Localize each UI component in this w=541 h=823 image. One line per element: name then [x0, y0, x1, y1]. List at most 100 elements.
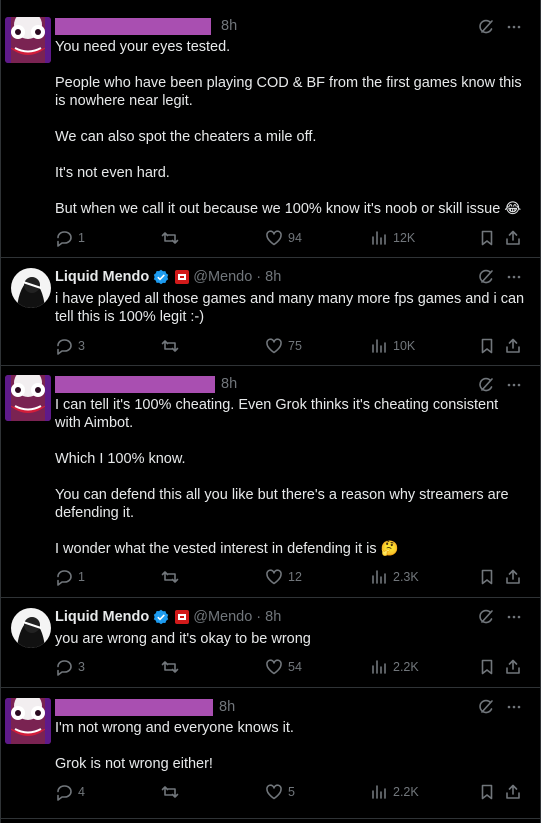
share-button[interactable] [504, 337, 522, 355]
grok-icon[interactable] [478, 269, 494, 285]
reply-button[interactable]: 1 [55, 568, 85, 586]
like-button[interactable]: 75 [265, 337, 302, 355]
reply-count: 4 [78, 785, 85, 799]
like-button[interactable]: 54 [265, 658, 302, 676]
bookmark-button[interactable] [478, 658, 496, 676]
views-button[interactable]: 2.2K [370, 658, 419, 676]
repost-button[interactable] [161, 783, 184, 801]
bookmark-button[interactable] [478, 229, 496, 247]
share-button[interactable] [504, 783, 522, 801]
avatar[interactable] [11, 608, 51, 648]
share-button[interactable] [504, 568, 522, 586]
repost-icon [161, 340, 179, 352]
reply-icon [57, 231, 72, 247]
bookmark-icon [481, 569, 493, 585]
handle[interactable]: @Mendo [193, 269, 252, 285]
more-icon[interactable] [506, 19, 522, 35]
tweet-text: i have played all those games and many m… [55, 290, 525, 326]
tweet[interactable]: Liquid Mendo @Mendo · 8h i have played a… [1, 258, 541, 365]
reply-count: 3 [78, 339, 85, 353]
tweet-line: But when we call it out because we 100% … [55, 201, 522, 217]
share-button[interactable] [504, 658, 522, 676]
like-count: 12 [288, 570, 302, 584]
views-icon [372, 570, 386, 584]
bookmark-button[interactable] [478, 783, 496, 801]
flag-icon [175, 610, 190, 624]
reply-icon [57, 660, 72, 676]
views-button[interactable]: 10K [370, 337, 415, 355]
more-icon[interactable] [506, 699, 522, 715]
tweet-line: Grok is not wrong either! [55, 756, 213, 772]
display-name[interactable]: Liquid Mendo [55, 609, 149, 625]
avatar[interactable] [11, 268, 51, 308]
tweet[interactable]: 8h You need your eyes tested. People who… [1, 0, 541, 257]
bookmark-icon [481, 659, 493, 675]
views-icon [372, 785, 386, 799]
avatar[interactable] [5, 375, 51, 421]
views-button[interactable]: 2.2K [370, 783, 419, 801]
timestamp[interactable]: 8h [219, 699, 235, 715]
reply-button[interactable]: 3 [55, 337, 85, 355]
divider [1, 818, 541, 819]
tweet-line: I'm not wrong and everyone knows it. [55, 720, 294, 736]
reply-count: 1 [78, 570, 85, 584]
repost-button[interactable] [161, 658, 184, 676]
action-bar: 4 5 2.2K [55, 783, 521, 803]
timestamp[interactable]: 8h [265, 269, 281, 285]
share-button[interactable] [504, 229, 522, 247]
more-icon[interactable] [506, 609, 522, 625]
bookmark-icon [481, 784, 493, 800]
repost-icon [161, 232, 179, 244]
like-button[interactable]: 5 [265, 783, 295, 801]
repost-button[interactable] [161, 229, 184, 247]
tweet[interactable]: 8h I'm not wrong and everyone knows it. … [1, 688, 541, 818]
more-icon[interactable] [506, 269, 522, 285]
views-icon [372, 660, 386, 674]
reply-button[interactable]: 3 [55, 658, 85, 676]
reply-icon [57, 785, 72, 801]
tweet[interactable]: Liquid Mendo @Mendo · 8h you are wrong a… [1, 598, 541, 687]
views-button[interactable]: 12K [370, 229, 415, 247]
repost-button[interactable] [161, 337, 184, 355]
tweet[interactable]: 8h I can tell it's 100% cheating. Even G… [1, 366, 541, 597]
timestamp[interactable]: 8h [265, 609, 281, 625]
timestamp[interactable]: 8h [221, 376, 237, 392]
avatar[interactable] [5, 698, 51, 744]
views-icon [372, 339, 386, 353]
tweet-line: You need your eyes tested. [55, 39, 231, 55]
reply-button[interactable]: 4 [55, 783, 85, 801]
grok-icon[interactable] [478, 377, 494, 393]
views-button[interactable]: 2.3K [370, 568, 419, 586]
tweet-line: We can also spot the cheaters a mile off… [55, 129, 317, 145]
action-bar: 1 94 12K [55, 229, 521, 249]
verified-icon [153, 609, 169, 625]
reply-button[interactable]: 1 [55, 229, 85, 247]
grok-icon[interactable] [478, 609, 494, 625]
action-bar: 3 75 10K [55, 337, 521, 357]
reply-count: 1 [78, 231, 85, 245]
like-button[interactable]: 94 [265, 229, 302, 247]
share-icon [506, 338, 520, 353]
timestamp[interactable]: 8h [221, 18, 237, 34]
bookmark-button[interactable] [478, 568, 496, 586]
like-count: 75 [288, 339, 302, 353]
tweet-header: Liquid Mendo @Mendo · 8h [55, 267, 281, 287]
separator-dot: · [256, 269, 262, 285]
like-count: 94 [288, 231, 302, 245]
display-name[interactable]: Liquid Mendo [55, 269, 149, 285]
repost-button[interactable] [161, 568, 184, 586]
tweet-header: 8h [55, 16, 237, 36]
avatar[interactable] [5, 17, 51, 63]
tweet-line: People who have been playing COD & BF fr… [55, 75, 522, 109]
redacted-name [55, 17, 211, 35]
header-actions [478, 609, 522, 625]
handle[interactable]: @Mendo [193, 609, 252, 625]
like-button[interactable]: 12 [265, 568, 302, 586]
bookmark-button[interactable] [478, 337, 496, 355]
grok-icon[interactable] [478, 699, 494, 715]
grok-icon[interactable] [478, 19, 494, 35]
more-icon[interactable] [506, 377, 522, 393]
tweet-text: you are wrong and it's okay to be wrong [55, 630, 525, 648]
tweet-line: Which I 100% know. [55, 451, 186, 467]
tweet-header: Liquid Mendo @Mendo · 8h [55, 607, 281, 627]
